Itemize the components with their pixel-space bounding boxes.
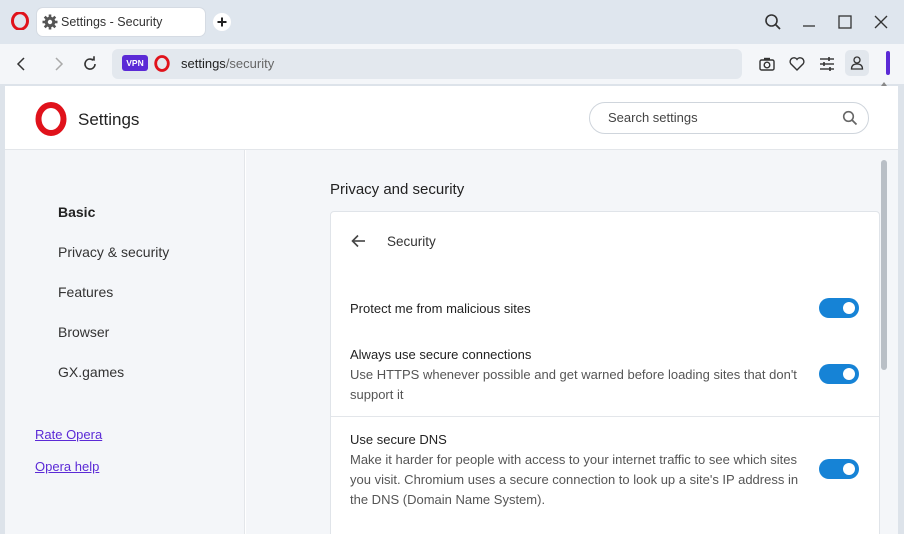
back-icon[interactable] <box>12 54 32 74</box>
row-title-secure-dns: Use secure DNS <box>350 432 447 447</box>
sidebar-item-gx-games[interactable]: GX.games <box>58 364 124 380</box>
opera-page-icon <box>154 55 170 72</box>
plus-icon <box>217 17 227 27</box>
divider <box>331 416 879 417</box>
new-tab-button[interactable] <box>213 13 231 31</box>
scrollbar[interactable] <box>880 80 888 448</box>
toggle-secure-dns[interactable] <box>819 459 859 479</box>
search-input[interactable] <box>608 110 828 125</box>
rate-opera-link[interactable]: Rate Opera <box>35 427 102 442</box>
gear-icon <box>42 14 58 30</box>
settings-header: Settings <box>5 86 898 150</box>
vpn-badge[interactable]: VPN <box>122 55 148 71</box>
opera-logo-icon <box>35 102 67 136</box>
profile-icon <box>850 56 864 70</box>
toggle-malicious-sites[interactable] <box>819 298 859 318</box>
back-arrow-icon[interactable] <box>349 231 369 251</box>
address-bar-row: VPN settings/security <box>0 44 904 84</box>
sidebar-item-privacy-security[interactable]: Privacy & security <box>58 244 169 260</box>
easy-setup-icon[interactable] <box>817 54 837 74</box>
heart-icon[interactable] <box>787 54 807 74</box>
sidebar-item-browser[interactable]: Browser <box>58 324 109 340</box>
toggle-knob <box>843 368 855 380</box>
close-icon[interactable] <box>871 12 891 32</box>
section-title: Privacy and security <box>330 181 465 198</box>
toggle-secure-connections[interactable] <box>819 364 859 384</box>
url-path: /security <box>225 56 275 71</box>
sidebar-item-basic[interactable]: Basic <box>58 204 95 220</box>
camera-icon[interactable] <box>757 54 777 74</box>
maximize-icon[interactable] <box>835 12 855 32</box>
search-box[interactable] <box>589 102 869 134</box>
url-host: settings <box>181 56 226 71</box>
row-desc-secure-dns: Make it harder for people with access to… <box>350 452 799 507</box>
toggle-knob <box>843 302 855 314</box>
opera-logo-icon[interactable] <box>11 12 29 30</box>
settings-content: Privacy and security Security Protect me… <box>246 150 898 534</box>
row-title-malicious-sites: Protect me from malicious sites <box>350 301 531 316</box>
profile-button[interactable] <box>845 50 869 76</box>
forward-icon[interactable] <box>48 54 68 74</box>
minimize-icon[interactable] <box>799 12 819 32</box>
row-desc-secure-connections: Use HTTPS whenever possible and get warn… <box>350 367 797 402</box>
toggle-knob <box>843 463 855 475</box>
scroll-up-icon[interactable] <box>880 80 888 88</box>
sidebar-accent-bar[interactable] <box>886 51 890 75</box>
security-card: Security Protect me from malicious sites… <box>330 211 880 534</box>
card-title: Security <box>387 234 436 249</box>
reload-icon[interactable] <box>80 54 100 74</box>
url-bar[interactable]: VPN settings/security <box>112 49 742 79</box>
row-title-secure-connections: Always use secure connections <box>350 347 532 362</box>
opera-help-link[interactable]: Opera help <box>35 459 99 474</box>
search-icon[interactable] <box>842 110 858 126</box>
title-bar: Settings - Security <box>0 0 904 44</box>
tab-settings[interactable]: Settings - Security <box>37 8 205 36</box>
scroll-thumb[interactable] <box>881 160 887 370</box>
sidebar-item-features[interactable]: Features <box>58 284 113 300</box>
url-text[interactable]: settings/security <box>181 56 274 71</box>
page-title: Settings <box>78 110 140 129</box>
settings-page: Settings Basic Privacy & security Featur… <box>5 86 898 534</box>
search-tabs-icon[interactable] <box>763 12 783 32</box>
tab-title: Settings - Security <box>61 15 163 29</box>
settings-sidebar: Basic Privacy & security Features Browse… <box>5 150 245 534</box>
